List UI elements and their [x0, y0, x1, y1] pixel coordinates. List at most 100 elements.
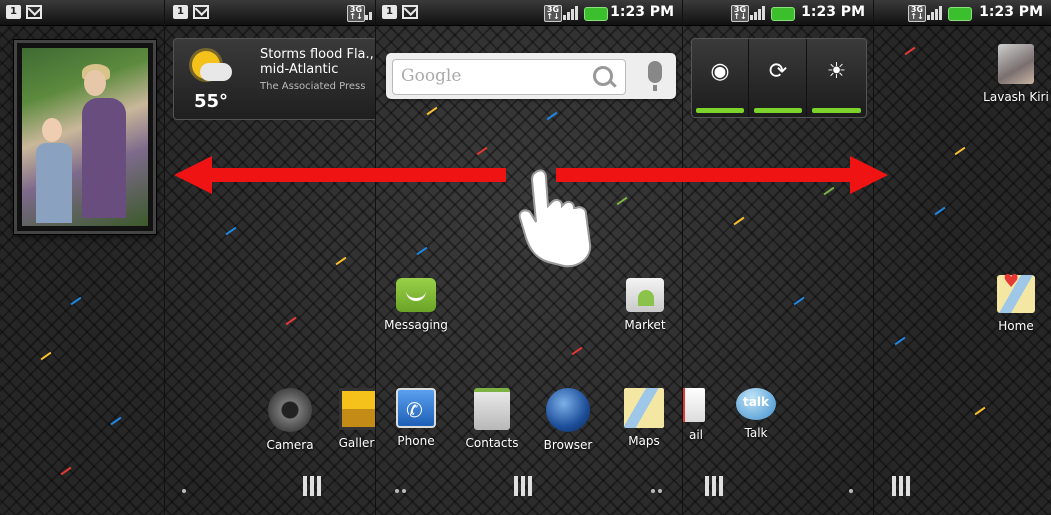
maps-icon: [624, 388, 664, 428]
page-indicator-dot: [651, 489, 655, 493]
news-weather-widget[interactable]: 55° Storms flood Fla., be mid-Atlantic T…: [173, 38, 375, 120]
page-indicator-dot: [395, 489, 399, 493]
page-indicator-dot: [402, 489, 406, 493]
temperature: 55°: [194, 91, 229, 112]
app-camera[interactable]: Camera: [255, 388, 325, 452]
app-gallery[interactable]: Gallery: [325, 388, 375, 450]
app-label: Talk: [744, 426, 768, 440]
app-label: Phone: [397, 434, 435, 448]
app-drawer-icon[interactable]: [705, 476, 725, 496]
app-label: Contacts: [465, 436, 519, 450]
microphone-icon[interactable]: [648, 61, 662, 91]
sync-toggle[interactable]: ⟳: [750, 39, 807, 117]
gmail-notification-icon: [193, 5, 209, 19]
page-indicator-dot: [849, 489, 853, 493]
app-talk[interactable]: talk Talk: [721, 388, 791, 440]
app-phone[interactable]: ✆ Phone: [381, 388, 451, 448]
app-label: Gallery: [338, 436, 375, 450]
app-label: ail: [688, 428, 703, 442]
app-market[interactable]: Market: [610, 278, 680, 332]
google-search-widget[interactable]: Google: [386, 53, 676, 99]
status-bar: 3G ↑↓ 1:23 PM: [683, 0, 873, 26]
satellite-icon: ◉: [710, 59, 730, 84]
3g-icon: 3G ↑↓: [908, 5, 926, 22]
brightness-icon: ☀: [826, 59, 847, 84]
contacts-icon: [474, 388, 510, 430]
swipe-gesture-hand-icon: [518, 169, 592, 268]
gmail-notification-icon: [402, 5, 418, 19]
app-messaging[interactable]: Messaging: [381, 278, 451, 332]
app-lavash-kiri[interactable]: Lavash Kiri: [981, 44, 1051, 104]
battery-icon: [584, 7, 608, 21]
heart-icon: ♥: [1003, 271, 1020, 292]
headline-line-2: mid-Atlantic: [260, 62, 339, 77]
sim-notification-icon: 1: [6, 5, 21, 19]
news-source: The Associated Press: [260, 81, 366, 92]
photo-frame-widget[interactable]: [14, 40, 156, 234]
app-gmail[interactable]: ail: [683, 388, 705, 442]
swipe-left-arrow: [210, 168, 506, 182]
home-screen-panel-2[interactable]: 1 3G↑↓ 55° Storms flood Fla., be mid-Atl…: [165, 0, 376, 515]
home-screen-panel-4[interactable]: 3G ↑↓ 1:23 PM ◉ ⟳ ☀ ail talk Talk: [683, 0, 874, 515]
search-input[interactable]: Google: [392, 59, 626, 95]
left-arrowhead: [174, 156, 212, 194]
gmail-icon: [683, 388, 705, 422]
signal-icon: [750, 5, 766, 20]
phone-icon: ✆: [396, 388, 436, 428]
gmail-notification-icon: [26, 5, 42, 19]
talk-icon-text: talk: [743, 395, 769, 409]
app-drawer-icon[interactable]: [303, 476, 323, 496]
status-bar: 1 3G ↑↓ 1:23 PM: [376, 0, 682, 26]
sim-notification-icon: 1: [382, 5, 397, 19]
signal-icon: [927, 5, 943, 20]
home-map-icon: ♥: [997, 271, 1035, 313]
brightness-toggle[interactable]: ☀: [808, 39, 865, 117]
globe-icon: [546, 388, 590, 432]
app-label: Messaging: [384, 318, 448, 332]
gallery-icon: [339, 388, 375, 430]
sim-notification-icon: 1: [173, 5, 188, 19]
messaging-icon: [396, 278, 436, 312]
3g-icon: 3G ↑↓: [347, 5, 365, 22]
signal-icon: [563, 5, 579, 20]
app-label: Lavash Kiri: [983, 90, 1049, 104]
search-placeholder: Google: [401, 66, 462, 86]
status-bar: 1: [0, 0, 164, 26]
page-indicator-dot: [182, 489, 186, 493]
battery-icon: [771, 7, 795, 21]
right-arrowhead: [850, 156, 888, 194]
gps-toggle[interactable]: ◉: [692, 39, 749, 117]
3g-icon: 3G ↑↓: [731, 5, 749, 22]
headline-line-1: Storms flood Fla., be: [260, 47, 375, 62]
app-drawer-icon[interactable]: [514, 476, 534, 496]
market-icon: [626, 278, 664, 312]
home-screen-panel-1[interactable]: 1: [0, 0, 165, 515]
home-screen-panel-5[interactable]: 3G ↑↓ 1:23 PM Lavash Kiri ♥ Home: [874, 0, 1051, 515]
app-maps[interactable]: Maps: [609, 388, 679, 448]
news-headline[interactable]: Storms flood Fla., be mid-Atlantic: [260, 47, 375, 77]
app-browser[interactable]: Browser: [533, 388, 603, 452]
app-label: Browser: [543, 438, 593, 452]
clock: 1:23 PM: [801, 4, 865, 20]
talk-icon: talk: [736, 388, 776, 420]
app-label: Camera: [266, 438, 314, 452]
app-label: Market: [624, 318, 666, 332]
signal-icon: [365, 5, 375, 20]
sync-icon: ⟳: [768, 59, 788, 84]
clock: 1:23 PM: [979, 4, 1043, 20]
page-indicator-dot: [658, 489, 662, 493]
app-drawer-icon[interactable]: [892, 476, 912, 496]
app-label: Maps: [628, 434, 660, 448]
3g-icon: 3G ↑↓: [544, 5, 562, 22]
app-home[interactable]: ♥ Home: [981, 271, 1051, 333]
app-label: Home: [998, 319, 1034, 333]
search-icon: [593, 66, 613, 86]
clock: 1:23 PM: [610, 4, 674, 20]
status-bar: 3G ↑↓ 1:23 PM: [874, 0, 1051, 26]
lavash-kiri-icon: [998, 44, 1034, 84]
app-contacts[interactable]: Contacts: [457, 388, 527, 450]
battery-icon: [948, 7, 972, 21]
status-bar: 1 3G ↑↓: [165, 0, 375, 26]
camera-icon: [268, 388, 312, 432]
power-control-widget[interactable]: ◉ ⟳ ☀: [691, 38, 867, 118]
